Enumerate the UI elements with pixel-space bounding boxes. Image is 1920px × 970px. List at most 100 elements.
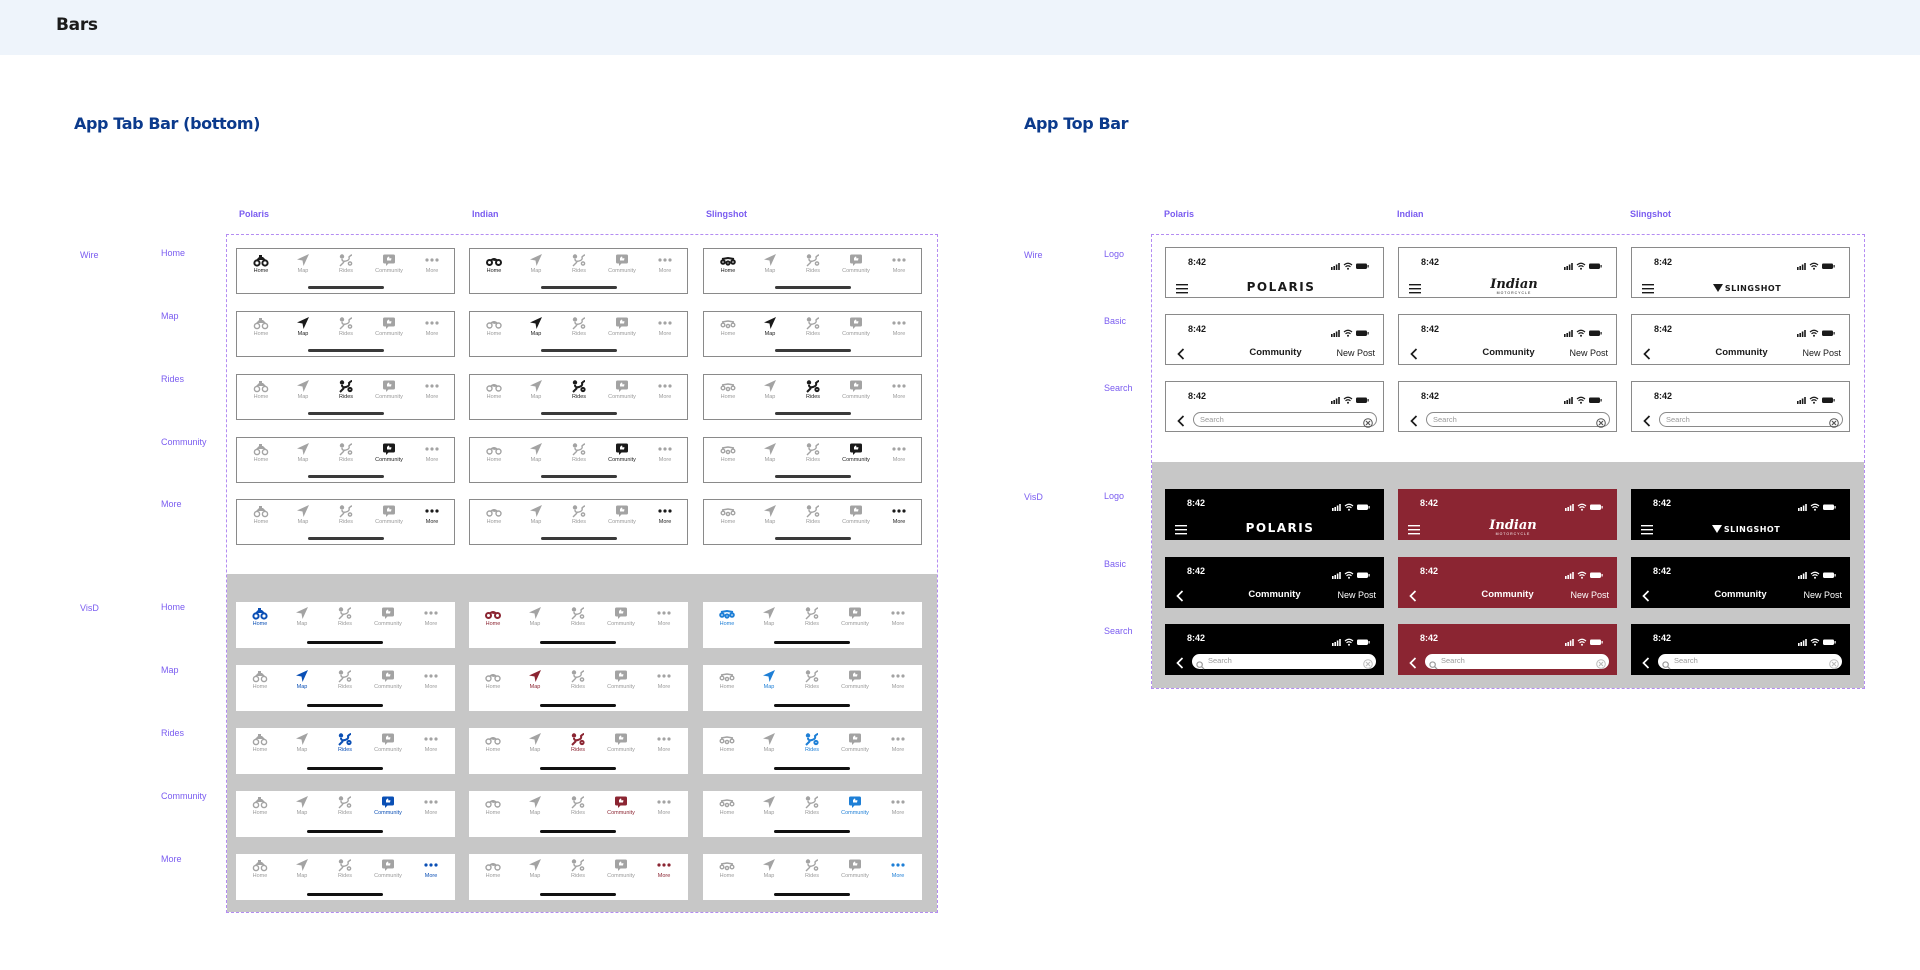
tab-rides[interactable]: Rides: [327, 732, 363, 753]
tab-more[interactable]: More: [647, 253, 683, 274]
tab-rides[interactable]: Rides: [795, 253, 831, 274]
tab-rides[interactable]: Rides: [327, 795, 363, 816]
tab-community[interactable]: Community: [837, 732, 873, 753]
tab-rides[interactable]: Rides: [795, 442, 831, 463]
tab-rides[interactable]: Rides: [327, 669, 363, 690]
search-input[interactable]: Search: [1193, 412, 1377, 428]
clear-search-icon[interactable]: [1596, 415, 1606, 431]
tab-home[interactable]: Home: [475, 606, 511, 627]
tab-community[interactable]: Community: [371, 442, 407, 463]
new-post-button[interactable]: New Post: [1803, 590, 1842, 600]
tab-rides[interactable]: Rides: [561, 253, 597, 274]
tab-more[interactable]: More: [414, 253, 450, 274]
tab-more[interactable]: More: [646, 858, 682, 879]
back-chevron-icon[interactable]: [1642, 656, 1650, 674]
new-post-button[interactable]: New Post: [1570, 590, 1609, 600]
tab-map[interactable]: Map: [751, 795, 787, 816]
tab-rides[interactable]: Rides: [561, 504, 597, 525]
tab-rides[interactable]: Rides: [794, 858, 830, 879]
tab-more[interactable]: More: [881, 316, 917, 337]
tab-home[interactable]: Home: [710, 316, 746, 337]
tab-map[interactable]: Map: [751, 606, 787, 627]
tab-more[interactable]: More: [880, 858, 916, 879]
clear-search-icon[interactable]: [1829, 656, 1839, 674]
tab-rides[interactable]: Rides: [795, 379, 831, 400]
tab-community[interactable]: Community: [604, 442, 640, 463]
tab-home[interactable]: Home: [476, 253, 512, 274]
clear-search-icon[interactable]: [1363, 656, 1373, 674]
tab-home[interactable]: Home: [709, 795, 745, 816]
tab-rides[interactable]: Rides: [794, 669, 830, 690]
tab-rides[interactable]: Rides: [560, 732, 596, 753]
tab-more[interactable]: More: [414, 442, 450, 463]
tab-more[interactable]: More: [646, 795, 682, 816]
tab-rides[interactable]: Rides: [794, 732, 830, 753]
tab-more[interactable]: More: [414, 316, 450, 337]
tab-rides[interactable]: Rides: [794, 795, 830, 816]
tab-home[interactable]: Home: [476, 379, 512, 400]
tab-more[interactable]: More: [880, 795, 916, 816]
search-input[interactable]: Search: [1659, 412, 1843, 428]
tab-home[interactable]: Home: [242, 732, 278, 753]
tab-map[interactable]: Map: [285, 442, 321, 463]
tab-rides[interactable]: Rides: [328, 316, 364, 337]
tab-more[interactable]: More: [647, 442, 683, 463]
tab-more[interactable]: More: [414, 379, 450, 400]
tab-rides[interactable]: Rides: [561, 379, 597, 400]
tab-community[interactable]: Community: [603, 669, 639, 690]
tab-map[interactable]: Map: [285, 504, 321, 525]
tab-community[interactable]: Community: [837, 858, 873, 879]
tab-home[interactable]: Home: [709, 732, 745, 753]
hamburger-menu-icon[interactable]: [1408, 522, 1420, 540]
tab-rides[interactable]: Rides: [328, 253, 364, 274]
clear-search-icon[interactable]: [1596, 656, 1606, 674]
tab-rides[interactable]: Rides: [561, 316, 597, 337]
tab-map[interactable]: Map: [752, 379, 788, 400]
tab-community[interactable]: Community: [371, 379, 407, 400]
tab-home[interactable]: Home: [710, 442, 746, 463]
hamburger-menu-icon[interactable]: [1176, 281, 1188, 297]
tab-community[interactable]: Community: [603, 795, 639, 816]
tab-rides[interactable]: Rides: [328, 379, 364, 400]
tab-more[interactable]: More: [413, 858, 449, 879]
tab-more[interactable]: More: [881, 504, 917, 525]
tab-rides[interactable]: Rides: [327, 858, 363, 879]
tab-map[interactable]: Map: [518, 504, 554, 525]
tab-home[interactable]: Home: [243, 442, 279, 463]
tab-map[interactable]: Map: [751, 858, 787, 879]
tab-home[interactable]: Home: [242, 795, 278, 816]
tab-rides[interactable]: Rides: [560, 858, 596, 879]
tab-community[interactable]: Community: [370, 858, 406, 879]
new-post-button[interactable]: New Post: [1802, 348, 1841, 358]
tab-more[interactable]: More: [646, 606, 682, 627]
tab-more[interactable]: More: [881, 253, 917, 274]
tab-more[interactable]: More: [413, 732, 449, 753]
tab-home[interactable]: Home: [475, 732, 511, 753]
search-input[interactable]: Search: [1658, 654, 1842, 670]
tab-rides[interactable]: Rides: [327, 606, 363, 627]
tab-rides[interactable]: Rides: [328, 504, 364, 525]
tab-map[interactable]: Map: [751, 732, 787, 753]
tab-home[interactable]: Home: [243, 504, 279, 525]
tab-community[interactable]: Community: [604, 504, 640, 525]
tab-map[interactable]: Map: [517, 858, 553, 879]
tab-rides[interactable]: Rides: [794, 606, 830, 627]
tab-home[interactable]: Home: [709, 669, 745, 690]
tab-home[interactable]: Home: [242, 669, 278, 690]
tab-home[interactable]: Home: [476, 316, 512, 337]
tab-map[interactable]: Map: [284, 858, 320, 879]
tab-map[interactable]: Map: [518, 379, 554, 400]
tab-home[interactable]: Home: [710, 379, 746, 400]
tab-more[interactable]: More: [881, 442, 917, 463]
tab-map[interactable]: Map: [517, 669, 553, 690]
hamburger-menu-icon[interactable]: [1409, 281, 1421, 297]
tab-map[interactable]: Map: [285, 253, 321, 274]
tab-community[interactable]: Community: [371, 316, 407, 337]
tab-home[interactable]: Home: [709, 606, 745, 627]
tab-community[interactable]: Community: [370, 795, 406, 816]
tab-community[interactable]: Community: [837, 795, 873, 816]
tab-community[interactable]: Community: [370, 669, 406, 690]
tab-community[interactable]: Community: [838, 253, 874, 274]
tab-community[interactable]: Community: [370, 606, 406, 627]
tab-home[interactable]: Home: [243, 379, 279, 400]
